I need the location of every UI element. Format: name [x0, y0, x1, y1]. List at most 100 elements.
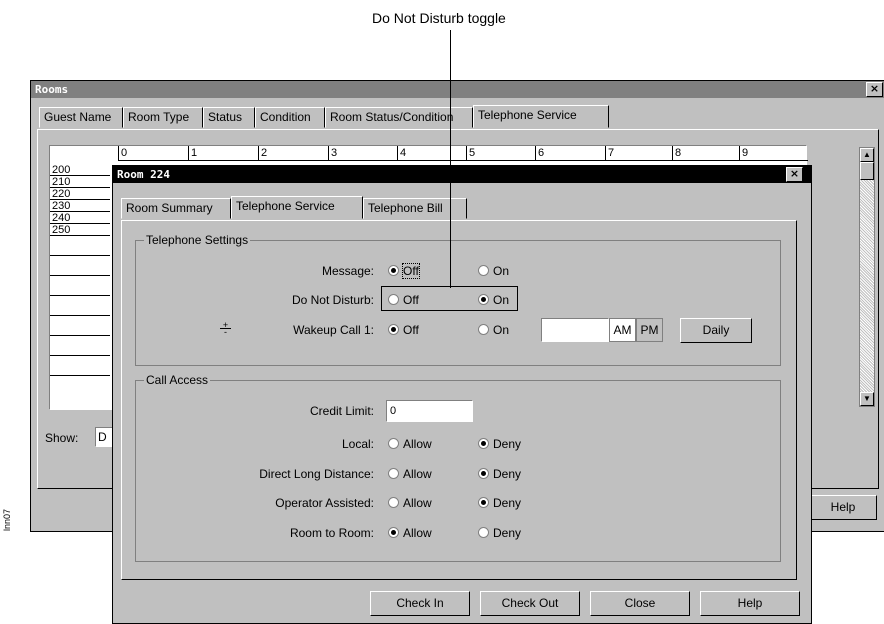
call-access-legend: Call Access	[144, 373, 211, 387]
radio-selected-icon	[478, 438, 489, 449]
tab-room-summary[interactable]: Room Summary	[121, 198, 231, 219]
radio-selected-icon	[478, 497, 489, 508]
tab-telephone-service[interactable]: Telephone Service	[473, 105, 609, 128]
figure-id-label: lnn07	[2, 508, 13, 532]
check-out-button[interactable]: Check Out	[480, 591, 580, 616]
ruler-tick: 8	[672, 146, 681, 160]
radio-selected-icon	[478, 468, 489, 479]
direct-long-distance-deny-radio[interactable]: Deny	[478, 467, 521, 481]
rooms-tab-strip: Guest Name Room Type Status Condition Ro…	[39, 105, 879, 129]
wakeup-time-input[interactable]	[541, 318, 609, 342]
dialog-tab-strip: Room Summary Telephone Service Telephone…	[121, 196, 801, 220]
check-in-button[interactable]: Check In	[370, 591, 470, 616]
scroll-down-icon[interactable]: ▼	[860, 392, 874, 406]
operator-assisted-label: Operator Assisted:	[275, 496, 374, 510]
local-allow-radio[interactable]: Allow	[388, 437, 432, 451]
rooms-close-icon[interactable]: ×	[866, 82, 883, 97]
direct-long-distance-allow-radio[interactable]: Allow	[388, 467, 432, 481]
room-row[interactable]: 210	[50, 176, 110, 188]
message-on-radio[interactable]: On	[478, 264, 509, 278]
ruler-tick: 9	[739, 146, 748, 160]
daily-button[interactable]: Daily	[680, 318, 752, 343]
message-off-radio[interactable]: Off	[388, 263, 420, 279]
callout-label: Do Not Disturb toggle	[372, 10, 506, 26]
room-rows: 200 210 220 230 240 250	[50, 164, 118, 404]
wakeup-on-radio[interactable]: On	[478, 323, 509, 337]
room-row[interactable]	[50, 304, 110, 316]
ruler-tick: 1	[188, 146, 197, 160]
show-label: Show:	[45, 431, 79, 445]
do-not-disturb-off-radio[interactable]: Off	[388, 293, 419, 307]
room-dialog-close-icon[interactable]: ×	[786, 167, 803, 182]
tab-status[interactable]: Status	[203, 107, 255, 128]
room-dialog-titlebar[interactable]: Room 224	[113, 166, 811, 183]
credit-limit-input[interactable]: 0	[386, 400, 473, 422]
ruler-tick: 5	[466, 146, 475, 160]
radio-unselected-icon	[388, 497, 399, 508]
room-row[interactable]	[50, 324, 110, 336]
radio-unselected-icon	[478, 265, 489, 276]
tab-telephone-bill[interactable]: Telephone Bill	[363, 198, 467, 219]
radio-unselected-icon	[478, 324, 489, 335]
ruler-tick: 4	[397, 146, 406, 160]
close-button[interactable]: Close	[590, 591, 690, 616]
room-row[interactable]	[50, 264, 110, 276]
grid-ruler: 0 1 2 3 4 5 6 7 8 9	[118, 146, 808, 161]
telephone-settings-legend: Telephone Settings	[144, 233, 251, 247]
room-to-room-allow-radio[interactable]: Allow	[388, 526, 432, 540]
do-not-disturb-label: Do Not Disturb:	[291, 293, 374, 307]
tab-dialog-telephone-service[interactable]: Telephone Service	[231, 196, 363, 219]
call-access-group: Call Access Credit Limit: 0 Local: Allow…	[135, 373, 781, 562]
room-dialog-title: Room 224	[117, 168, 170, 181]
callout-line	[450, 30, 451, 288]
operator-assisted-allow-radio[interactable]: Allow	[388, 496, 432, 510]
operator-assisted-deny-radio[interactable]: Deny	[478, 496, 521, 510]
room-to-room-label: Room to Room:	[289, 526, 374, 540]
telephone-settings-group: Telephone Settings Message: Off On Do No…	[135, 233, 781, 366]
local-deny-radio[interactable]: Deny	[478, 437, 521, 451]
ruler-tick: 7	[605, 146, 614, 160]
scroll-thumb[interactable]	[860, 162, 874, 180]
radio-unselected-icon	[478, 527, 489, 538]
message-label: Message:	[321, 264, 374, 278]
radio-selected-icon	[388, 527, 399, 538]
room-row[interactable]: 200	[50, 164, 110, 176]
wakeup-spinner-icon[interactable]: + -	[220, 321, 231, 337]
radio-unselected-icon	[388, 294, 399, 305]
radio-selected-icon	[388, 265, 399, 276]
room-row[interactable]: 220	[50, 188, 110, 200]
help-button[interactable]: Help	[700, 591, 800, 616]
rooms-vertical-scrollbar[interactable]: ▲ ▼	[859, 147, 875, 407]
credit-limit-label: Credit Limit:	[309, 404, 374, 418]
pm-button[interactable]: PM	[636, 318, 663, 342]
do-not-disturb-on-radio[interactable]: On	[478, 293, 509, 307]
room-to-room-deny-radio[interactable]: Deny	[478, 526, 521, 540]
ruler-tick: 3	[328, 146, 337, 160]
radio-selected-icon	[388, 324, 399, 335]
radio-unselected-icon	[388, 468, 399, 479]
room-row[interactable]: 240	[50, 212, 110, 224]
rooms-help-button[interactable]: Help	[809, 495, 877, 520]
room-dialog: Room 224 × Room Summary Telephone Servic…	[112, 165, 812, 624]
room-row[interactable]: 250	[50, 224, 110, 236]
rooms-titlebar[interactable]: Rooms	[31, 81, 884, 98]
scroll-up-icon[interactable]: ▲	[860, 148, 874, 162]
local-label: Local:	[341, 437, 374, 451]
room-row[interactable]	[50, 244, 110, 256]
room-row[interactable]	[50, 364, 110, 376]
tab-room-type[interactable]: Room Type	[123, 107, 203, 128]
wakeup-call-label: Wakeup Call 1:	[293, 323, 374, 337]
ruler-tick: 2	[258, 146, 267, 160]
tab-condition[interactable]: Condition	[255, 107, 325, 128]
wakeup-off-radio[interactable]: Off	[388, 323, 419, 337]
radio-selected-icon	[478, 294, 489, 305]
room-row[interactable]	[50, 344, 110, 356]
room-row[interactable]: 230	[50, 200, 110, 212]
direct-long-distance-label: Direct Long Distance:	[259, 467, 374, 481]
ruler-tick: 6	[535, 146, 544, 160]
am-button[interactable]: AM	[609, 318, 636, 342]
rooms-window-title: Rooms	[35, 83, 69, 96]
room-row[interactable]	[50, 284, 110, 296]
ruler-tick: 0	[118, 146, 127, 160]
tab-guest-name[interactable]: Guest Name	[39, 107, 123, 128]
